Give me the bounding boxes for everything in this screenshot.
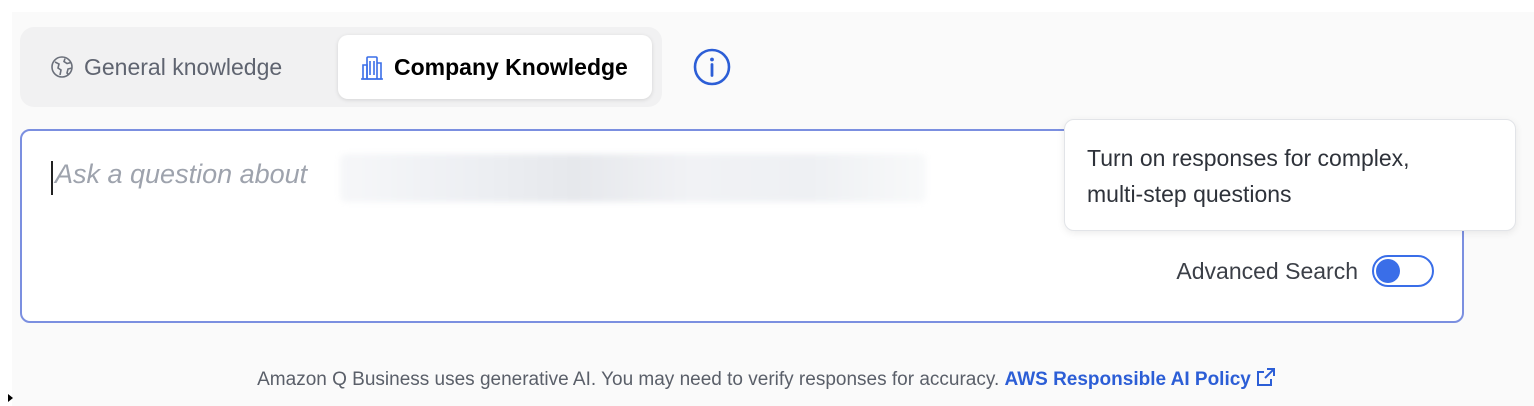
- tab-general-label: General knowledge: [84, 53, 283, 80]
- knowledge-source-tabs: General knowledge Company Knowledge: [20, 27, 662, 107]
- tab-company-label: Company Knowledge: [394, 53, 628, 80]
- disclaimer-footer: Amazon Q Business uses generative AI. Yo…: [0, 366, 1534, 391]
- advanced-search-control: Advanced Search: [1176, 255, 1434, 287]
- info-icon[interactable]: [692, 47, 732, 87]
- mouse-pointer: [8, 394, 13, 402]
- responsible-ai-policy-link-label: AWS Responsible AI Policy: [1004, 369, 1251, 390]
- advanced-search-toggle[interactable]: [1372, 255, 1434, 287]
- toggle-knob: [1376, 259, 1400, 283]
- text-caret: [51, 161, 53, 195]
- tab-company-knowledge[interactable]: Company Knowledge: [338, 35, 652, 99]
- disclaimer-text: Amazon Q Business uses generative AI. Yo…: [257, 369, 1000, 390]
- globe-icon: [50, 55, 74, 79]
- advanced-search-tooltip: Turn on responses for complex, multi-ste…: [1064, 119, 1516, 231]
- tooltip-line-1: Turn on responses for complex,: [1087, 145, 1410, 171]
- question-input-placeholder[interactable]: Ask a question about: [55, 159, 307, 190]
- responsible-ai-policy-link[interactable]: AWS Responsible AI Policy: [1004, 366, 1277, 390]
- external-link-icon: [1255, 366, 1277, 388]
- tab-general-knowledge[interactable]: General knowledge: [50, 35, 282, 99]
- building-icon: [360, 55, 384, 80]
- redacted-region: [340, 154, 926, 202]
- tooltip-line-2: multi-step questions: [1087, 181, 1292, 207]
- advanced-search-label: Advanced Search: [1176, 257, 1358, 284]
